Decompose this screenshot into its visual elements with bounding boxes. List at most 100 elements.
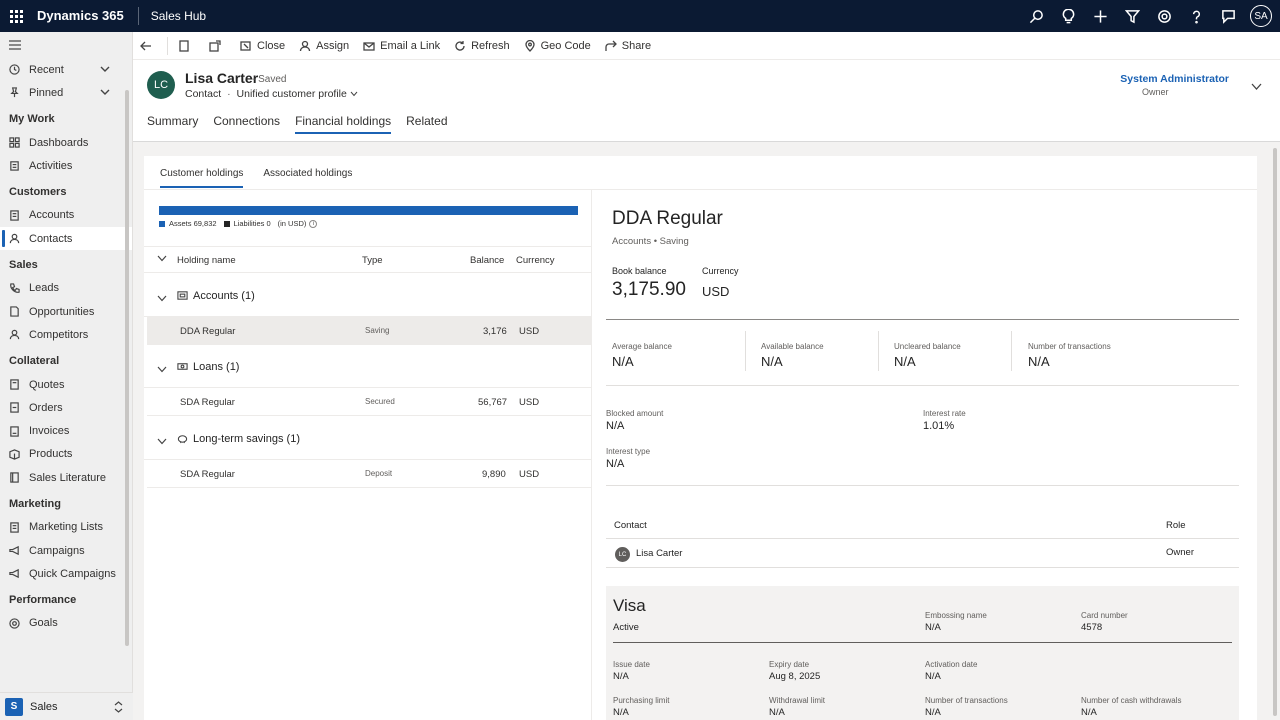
holding-group-accounts[interactable]: Accounts (1): [144, 274, 591, 317]
number-of-transactions-value: N/A: [1028, 354, 1050, 369]
chat-icon[interactable]: [1212, 0, 1244, 32]
column-header-balance[interactable]: Balance: [470, 255, 504, 266]
entity-name: Contact: [185, 88, 222, 100]
content-scrollbar[interactable]: [1273, 148, 1277, 716]
filter-icon[interactable]: [1116, 0, 1148, 32]
column-header-currency[interactable]: Currency: [516, 255, 555, 266]
book-balance-label: Book balance: [612, 266, 667, 276]
sidebar-item-campaigns[interactable]: Campaigns: [0, 539, 132, 562]
share-button[interactable]: Share: [598, 32, 658, 60]
holding-name: SDA Regular: [180, 469, 235, 480]
app-name[interactable]: Sales Hub: [139, 9, 206, 23]
sitemap-sidebar: Recent Pinned My Work Dashboards Activit…: [0, 32, 133, 720]
chevron-down-icon[interactable]: [100, 87, 110, 97]
sidebar-item-products[interactable]: Products: [0, 443, 132, 466]
clock-icon: [9, 64, 20, 75]
card-transactions-label: Number of transactions: [925, 696, 1008, 705]
sidebar-item-orders[interactable]: Orders: [0, 396, 132, 419]
sidebar-item-competitors[interactable]: Competitors: [0, 323, 132, 346]
email-link-button[interactable]: Email a Link: [356, 32, 447, 60]
phone-icon: [9, 283, 20, 294]
sidebar-scrollbar[interactable]: [125, 90, 129, 646]
holding-balance: 56,767: [478, 397, 508, 408]
sidebar-item-marketing-lists[interactable]: Marketing Lists: [0, 516, 132, 539]
sidebar-item-quotes[interactable]: Quotes: [0, 373, 132, 396]
holding-group-loans[interactable]: Loans (1): [144, 345, 591, 388]
refresh-button[interactable]: Refresh: [447, 32, 517, 60]
sidebar-item-activities[interactable]: Activities: [0, 154, 132, 177]
separator: [167, 36, 168, 55]
sidebar-group-collateral: Collateral: [9, 355, 60, 368]
sidebar-item-goals[interactable]: Goals: [0, 612, 132, 635]
sidebar-item-invoices[interactable]: Invoices: [0, 419, 132, 442]
assign-button[interactable]: Assign: [292, 32, 356, 60]
megaphone-icon: [9, 568, 20, 579]
holding-group-long-term-savings[interactable]: Long-term savings (1): [144, 417, 591, 460]
sidebar-item-sales-literature[interactable]: Sales Literature: [0, 466, 132, 489]
book-icon: [9, 472, 20, 483]
owner-link[interactable]: System Administrator: [1120, 73, 1229, 85]
sidebar-item-label: Accounts: [29, 209, 75, 222]
chevron-down-icon[interactable]: [1251, 79, 1262, 93]
chevron-down-icon[interactable]: [157, 291, 167, 305]
table-row[interactable]: SDA Regular Deposit 9,890 USD: [147, 460, 591, 488]
card-panel: Visa Active Embossing name N/A Card numb…: [606, 586, 1239, 720]
sidebar-item-pinned[interactable]: Pinned: [0, 81, 132, 104]
sidebar-item-dashboards[interactable]: Dashboards: [0, 131, 132, 154]
column-header-type[interactable]: Type: [362, 255, 383, 266]
geo-code-button[interactable]: Geo Code: [517, 32, 598, 60]
person-icon: [9, 233, 20, 244]
contact-name-link[interactable]: Lisa Carter: [636, 548, 682, 559]
app-launcher-icon[interactable]: [0, 0, 32, 32]
issue-date-value: N/A: [613, 671, 629, 682]
lightbulb-icon[interactable]: [1052, 0, 1084, 32]
contact-column-header: Contact: [614, 520, 647, 531]
form-view-button[interactable]: [171, 32, 202, 60]
tab-connections[interactable]: Connections: [213, 114, 280, 134]
area-switcher[interactable]: S Sales: [0, 692, 133, 720]
loan-icon: [177, 361, 188, 375]
purchasing-limit-label: Purchasing limit: [613, 696, 670, 705]
sidebar-item-recent[interactable]: Recent: [0, 58, 132, 81]
sidebar-item-label: Products: [29, 448, 73, 461]
plus-icon[interactable]: [1084, 0, 1116, 32]
tab-associated-holdings[interactable]: Associated holdings: [263, 168, 352, 188]
user-avatar[interactable]: SA: [1250, 5, 1272, 27]
chevron-down-icon[interactable]: [157, 434, 167, 448]
sidebar-item-opportunities[interactable]: Opportunities: [0, 300, 132, 323]
chevron-down-icon[interactable]: [157, 362, 167, 376]
back-button[interactable]: [133, 32, 164, 60]
tab-summary[interactable]: Summary: [147, 114, 198, 134]
holding-currency: USD: [519, 469, 540, 480]
close-button[interactable]: Close: [233, 32, 292, 60]
assets-bar-fill: [159, 206, 578, 215]
sidebar-item-quick-campaigns[interactable]: Quick Campaigns: [0, 562, 132, 585]
settings-icon[interactable]: [1148, 0, 1180, 32]
hamburger-menu-icon[interactable]: [0, 32, 132, 58]
group-name: Accounts (1): [193, 290, 255, 302]
sidebar-item-leads[interactable]: Leads: [0, 277, 132, 300]
sidebar-item-contacts[interactable]: Contacts: [0, 227, 132, 251]
search-icon[interactable]: [1020, 0, 1052, 32]
open-new-window-button[interactable]: [202, 32, 233, 60]
content-area: Customer holdings Associated holdings As…: [133, 142, 1280, 720]
table-row[interactable]: SDA Regular Secured 56,767 USD: [147, 388, 591, 416]
sidebar-item-label: Sales Literature: [29, 471, 107, 484]
sidebar-item-accounts[interactable]: Accounts: [0, 204, 132, 227]
cash-withdrawals-label: Number of cash withdrawals: [1081, 696, 1182, 705]
activation-date-label: Activation date: [925, 660, 978, 669]
clipboard-icon: [9, 160, 20, 172]
info-icon[interactable]: i: [309, 219, 318, 228]
number-of-transactions-label: Number of transactions: [1028, 342, 1111, 351]
column-header-holding-name[interactable]: Holding name: [177, 255, 236, 266]
tab-customer-holdings[interactable]: Customer holdings: [160, 168, 244, 188]
help-icon[interactable]: [1180, 0, 1212, 32]
chevron-down-icon[interactable]: [100, 64, 110, 74]
tab-financial-holdings[interactable]: Financial holdings: [295, 114, 392, 134]
tab-related[interactable]: Related: [406, 114, 447, 134]
form-selector[interactable]: Unified customer profile: [237, 88, 358, 100]
divider: [606, 485, 1239, 486]
table-row[interactable]: DDA Regular Saving 3,176 USD: [147, 317, 591, 345]
brand-title[interactable]: Dynamics 365: [32, 7, 139, 25]
collapse-all-chevron-icon[interactable]: [157, 254, 167, 265]
